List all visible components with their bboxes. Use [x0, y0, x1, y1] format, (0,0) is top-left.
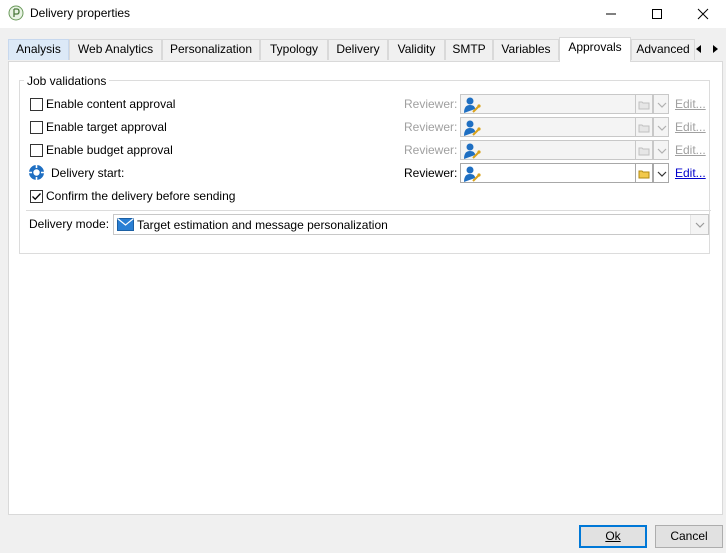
tab-personalization[interactable]: Personalization: [162, 39, 260, 60]
reviewer-label: Reviewer:: [404, 143, 458, 157]
maximize-icon: [652, 9, 662, 19]
reviewer-field[interactable]: [460, 117, 636, 137]
tab-smtp[interactable]: SMTP: [445, 39, 493, 60]
close-button[interactable]: [680, 0, 726, 28]
content-approval-row: Enable content approval Reviewer: Edit..…: [9, 93, 724, 115]
delivery-mode-select[interactable]: Target estimation and message personaliz…: [113, 214, 709, 235]
tab-approvals[interactable]: Approvals: [559, 37, 631, 62]
tab-strip: Analysis Web Analytics Personalization T…: [8, 37, 726, 62]
maximize-button[interactable]: [634, 0, 680, 28]
folder-button[interactable]: [636, 140, 653, 160]
confirm-delivery-label: Confirm the delivery before sending: [46, 189, 236, 203]
edit-link[interactable]: Edit...: [675, 120, 706, 134]
budget-approval-row: Enable budget approval Reviewer: Edit...: [9, 139, 724, 161]
operator-icon: [464, 97, 481, 113]
minimize-icon: [606, 13, 616, 15]
reviewer-dropdown[interactable]: [653, 94, 669, 114]
ok-button[interactable]: Ok: [579, 525, 647, 548]
reviewer-label: Reviewer:: [404, 166, 458, 180]
approvals-panel: Job validations Enable content approval …: [8, 61, 723, 515]
window-title: Delivery properties: [30, 6, 131, 20]
operator-icon: [464, 166, 481, 182]
reviewer-field[interactable]: [460, 94, 636, 114]
chevron-down-icon: [657, 125, 667, 131]
chevron-down-icon: [657, 148, 667, 154]
folder-button[interactable]: [636, 163, 653, 183]
chevron-down-icon: [657, 102, 667, 108]
reviewer-dropdown[interactable]: [653, 163, 669, 183]
tab-variables[interactable]: Variables: [493, 39, 559, 60]
reviewer-dropdown[interactable]: [653, 140, 669, 160]
checkmark-icon: [32, 193, 41, 201]
budget-approval-label: Enable budget approval: [46, 143, 173, 157]
delivery-start-icon: [29, 165, 44, 180]
ok-button-label: Ok: [605, 529, 621, 543]
tab-analysis[interactable]: Analysis: [8, 39, 69, 60]
tab-delivery[interactable]: Delivery: [328, 39, 388, 60]
content-approval-label: Enable content approval: [46, 97, 176, 111]
delivery-mode-value: Target estimation and message personaliz…: [137, 218, 388, 232]
edit-link[interactable]: Edit...: [675, 166, 706, 180]
reviewer-dropdown[interactable]: [653, 117, 669, 137]
reviewer-field[interactable]: [460, 163, 636, 183]
target-approval-checkbox[interactable]: [30, 121, 43, 134]
tab-web-analytics[interactable]: Web Analytics: [69, 39, 162, 60]
tab-scroll-right-icon[interactable]: [710, 44, 720, 54]
reviewer-field[interactable]: [460, 140, 636, 160]
delivery-start-row: Delivery start: Reviewer: Edit...: [9, 162, 724, 184]
folder-button[interactable]: [636, 117, 653, 137]
cancel-button[interactable]: Cancel: [655, 525, 723, 548]
tab-scroll-left-icon[interactable]: [694, 44, 704, 54]
edit-link[interactable]: Edit...: [675, 143, 706, 157]
folder-icon: [638, 124, 650, 133]
envelope-icon: [117, 218, 134, 231]
delivery-start-label: Delivery start:: [51, 166, 125, 180]
tab-typology[interactable]: Typology: [260, 39, 328, 60]
folder-button[interactable]: [636, 94, 653, 114]
separator: [26, 210, 711, 211]
adobe-campaign-icon: [8, 5, 24, 21]
folder-icon: [638, 170, 650, 179]
reviewer-label: Reviewer:: [404, 97, 458, 111]
edit-link[interactable]: Edit...: [675, 97, 706, 111]
chevron-down-icon: [695, 222, 705, 228]
chevron-down-icon: [657, 171, 667, 177]
job-validations-legend: Job validations: [24, 74, 110, 88]
operator-icon: [464, 120, 481, 136]
target-approval-row: Enable target approval Reviewer: Edit...: [9, 116, 724, 138]
minimize-button[interactable]: [588, 0, 634, 28]
tab-validity[interactable]: Validity: [388, 39, 445, 60]
target-approval-label: Enable target approval: [46, 120, 167, 134]
delivery-mode-dropdown[interactable]: [690, 215, 708, 234]
folder-icon: [638, 101, 650, 110]
content-approval-checkbox[interactable]: [30, 98, 43, 111]
reviewer-label: Reviewer:: [404, 120, 458, 134]
confirm-row: Confirm the delivery before sending: [9, 185, 724, 207]
budget-approval-checkbox[interactable]: [30, 144, 43, 157]
delivery-mode-label: Delivery mode:: [29, 217, 110, 231]
confirm-delivery-checkbox[interactable]: [30, 190, 43, 203]
folder-icon: [638, 147, 650, 156]
close-icon: [697, 8, 709, 20]
tab-advanced[interactable]: Advanced: [631, 39, 695, 60]
title-bar: Delivery properties: [0, 0, 726, 28]
operator-icon: [464, 143, 481, 159]
